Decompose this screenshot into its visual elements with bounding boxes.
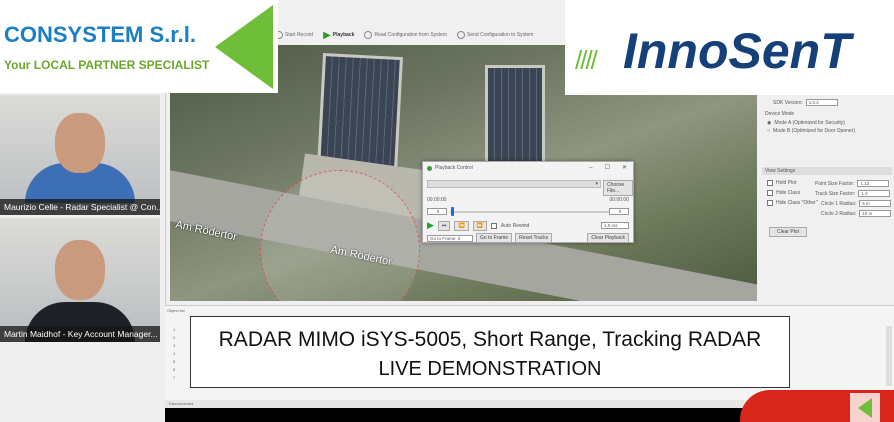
title-overlay: RADAR MIMO iSYS-5005, Short Range, Track…	[190, 316, 790, 388]
send-config-button[interactable]: Send Configuration to System	[457, 31, 533, 39]
circle1-label: Circle 1 Radius:	[821, 200, 857, 207]
row-numbers: 1 2 3 4 5 6 7	[173, 326, 175, 382]
slider-handle[interactable]	[451, 207, 454, 216]
skip-start-button[interactable]: ⏮	[437, 220, 451, 231]
auto-rewind-label: Auto Rewind	[500, 222, 530, 229]
hide-class-label: Hide Class	[776, 190, 801, 196]
company-tagline: Your LOCAL PARTNER SPECIALIST	[4, 58, 210, 72]
checkbox-icon	[767, 190, 773, 196]
person-face	[55, 240, 105, 300]
participant-name: Maurizio Celle - Radar Specialist @ Con.…	[0, 199, 160, 215]
building-roof	[317, 52, 403, 173]
auto-rewind-checkbox[interactable]	[490, 222, 497, 229]
logo-bars: ////	[575, 45, 598, 75]
choose-file-button[interactable]: Choose File...	[603, 180, 633, 196]
circle1-input[interactable]: 5 m	[859, 200, 892, 207]
triangle-icon	[858, 398, 872, 418]
row-number: 1	[173, 327, 176, 332]
connection-status: Disconnected	[169, 401, 194, 406]
consystem-mini-logo	[850, 393, 880, 422]
send-icon	[457, 31, 466, 39]
hide-class-checkbox[interactable]: Hide Class	[767, 190, 800, 196]
track-size-input[interactable]: 1.0	[858, 190, 891, 197]
sdk-version-field: 1.0.2	[805, 99, 838, 106]
row-number: 5	[173, 359, 176, 364]
checkbox-icon	[767, 200, 773, 206]
maximize-button[interactable]: ☐	[605, 164, 610, 171]
video-tile-martin: Martin Maidhof - Key Account Manager...	[0, 218, 160, 342]
clear-plot-button[interactable]: Clear Plot	[769, 227, 807, 237]
point-size-label: Point Size Factor:	[815, 180, 855, 187]
scrollbar[interactable]	[886, 326, 892, 386]
app-icon	[427, 165, 432, 171]
playback-button[interactable]: ▶ Playback	[323, 30, 354, 41]
rewind-button[interactable]: ⏪	[454, 220, 469, 231]
playback-slider[interactable]	[450, 211, 610, 213]
row-number: 7	[173, 375, 176, 380]
company-name: CONSYSTEM S.r.l.	[4, 22, 196, 47]
close-button[interactable]: ✕	[622, 164, 627, 171]
consystem-logo: CONSYSTEM S.r.l. Your LOCAL PARTNER SPEC…	[0, 0, 278, 93]
mode-a-radio[interactable]: ◉ Mode A (Optimized for Security)	[767, 120, 845, 126]
frame-end-input[interactable]: 0	[609, 208, 629, 215]
innosent-name: InnoSenT	[623, 23, 851, 79]
read-icon	[364, 31, 373, 39]
hold-plot-checkbox[interactable]: Hold Plot	[767, 180, 796, 186]
frame-start-input[interactable]: 0	[427, 208, 447, 215]
hold-plot-label: Hold Plot	[776, 180, 797, 186]
time-end: 00:00:00	[609, 197, 629, 203]
settings-panel: SDK Version: 1.0.2 Device Mode ◉ Mode A (O…	[757, 95, 894, 305]
speed-input[interactable]: 1.0 ms	[601, 222, 629, 229]
circle2-label: Circle 2 Radius:	[821, 210, 857, 217]
green-triangle-icon	[215, 5, 273, 89]
playback-control-dialog: Playback Control – ☐ ✕ ▾ Choose File... 00…	[422, 161, 634, 243]
participant-name: Martin Maidhof - Key Account Manager...	[0, 326, 160, 342]
video-tile-maurizio: Maurizio Celle - Radar Specialist @ Con.…	[0, 95, 160, 215]
file-select[interactable]: ▾	[427, 180, 601, 188]
play-icon: ▶	[323, 29, 331, 41]
point-size-input[interactable]: 1.12	[857, 180, 890, 187]
dialog-title: Playback Control	[435, 165, 473, 171]
reset-tracks-button[interactable]: Reset Tracks	[515, 233, 553, 243]
building-roof	[485, 65, 545, 175]
read-config-button[interactable]: Read Configuration from System	[364, 31, 447, 39]
hide-other-checkbox[interactable]: Hide Class "Other"	[767, 200, 818, 206]
mode-b-label: Mode B (Optimized for Door Opener)	[773, 128, 856, 134]
overlay-subtitle: LIVE DEMONSTRATION	[378, 358, 602, 380]
minimize-button[interactable]: –	[589, 165, 592, 171]
innosent-logo: //// InnoSenT	[565, 0, 894, 95]
radio-checked-icon: ◉	[767, 120, 772, 126]
toolbar: Start Record ▶ Playback Read Configuratio…	[275, 26, 533, 44]
row-number: 4	[173, 351, 176, 356]
view-settings-header: View Settings	[762, 167, 892, 175]
track-size-label: Track Size Factor:	[815, 190, 856, 197]
row-number: 2	[173, 335, 176, 340]
circle2-input[interactable]: 10 m	[859, 210, 892, 217]
mode-b-radio[interactable]: ○ Mode B (Optimized for Door Opener)	[767, 128, 855, 134]
person-face	[55, 113, 105, 173]
radio-icon: ○	[767, 128, 771, 134]
sdk-label: SDK Version:	[773, 99, 803, 106]
view-settings-title: View Settings	[765, 168, 796, 174]
mode-a-label: Mode A (Optimized for Security)	[774, 120, 845, 126]
goto-frame-input[interactable]: Go to Frame: 0	[427, 234, 473, 242]
forward-button[interactable]: ⏩	[472, 220, 487, 231]
start-record-button[interactable]: Start Record	[275, 31, 313, 39]
row-number: 6	[173, 367, 176, 372]
time-start: 00:00:00	[427, 197, 447, 203]
panel-title: Object list	[167, 308, 185, 313]
clear-playback-button[interactable]: Clear Playback	[587, 233, 629, 243]
device-mode-heading: Device Mode	[765, 111, 795, 117]
hide-other-label: Hide Class "Other"	[776, 200, 818, 206]
overlay-title: RADAR MIMO iSYS-5005, Short Range, Track…	[218, 328, 762, 351]
row-number: 3	[173, 343, 176, 348]
checkbox-icon	[767, 180, 773, 186]
play-button[interactable]: ▶	[427, 220, 434, 231]
goto-frame-button[interactable]: Go to Frame	[476, 233, 513, 243]
